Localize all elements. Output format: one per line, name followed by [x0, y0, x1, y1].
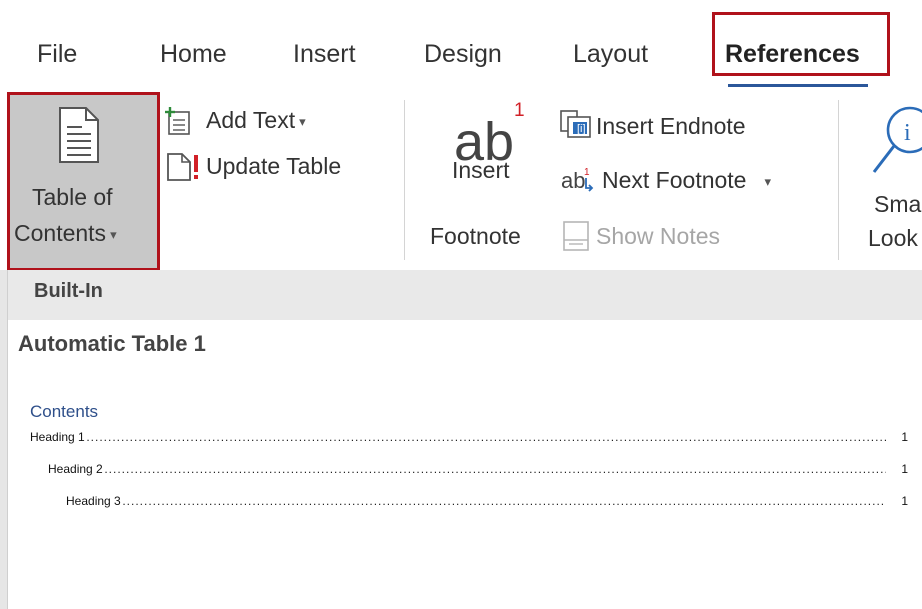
add-text-button[interactable]: Add Text ▾ [164, 104, 354, 140]
group-separator [838, 100, 839, 260]
dot-leader: ........................................… [30, 430, 886, 444]
smart-lookup-button[interactable]: i Sma Look [852, 96, 922, 266]
toc-entry-page: 1 [890, 430, 908, 444]
insert-endnote-button[interactable]: [i] Insert Endnote [560, 108, 800, 144]
chevron-down-icon: ▾ [764, 173, 771, 189]
toc-preview-entry: ........................................… [30, 430, 908, 450]
toc-entry-page: 1 [890, 462, 908, 476]
chevron-down-icon: ▾ [299, 113, 306, 129]
svg-text:[i]: [i] [577, 123, 586, 135]
automatic-table-1-option[interactable]: Automatic Table 1 Contents .............… [10, 322, 922, 522]
toc-preview-heading: Contents [30, 402, 99, 421]
references-tab-highlight [712, 12, 890, 76]
toc-entry-label: Heading 3 [66, 494, 123, 508]
tab-insert[interactable]: Insert [293, 38, 356, 70]
tab-home[interactable]: Home [160, 38, 227, 70]
toc-entry-label: Heading 2 [48, 462, 105, 476]
insert-endnote-icon: [i] [560, 110, 591, 138]
insert-footnote-line2: Footnote [430, 223, 521, 249]
next-footnote-label: Next Footnote ▾ [602, 167, 771, 193]
insert-footnote-button[interactable]: ab 1 Insert Footnote [418, 96, 548, 266]
next-footnote-icon: ab 1 [561, 167, 594, 193]
insert-endnote-label: Insert Endnote [596, 113, 746, 139]
gallery-left-edge [0, 270, 8, 609]
svg-text:1: 1 [584, 167, 590, 178]
tab-file[interactable]: File [37, 38, 77, 70]
add-text-label: Add Text ▾ [206, 107, 306, 133]
toc-preview-entry: ........................................… [48, 462, 908, 482]
footnote-superscript: 1 [514, 100, 525, 121]
update-table-button[interactable]: Update Table [164, 148, 384, 186]
update-table-icon [167, 153, 198, 181]
group-separator [404, 100, 405, 260]
update-table-label: Update Table [206, 153, 342, 179]
next-footnote-button[interactable]: ab 1 Next Footnote ▾ [560, 162, 820, 198]
smart-lookup-line2: Look [868, 225, 918, 251]
tab-design[interactable]: Design [424, 38, 502, 70]
section-header-label: Built-In [34, 280, 103, 302]
show-notes-label: Show Notes [596, 223, 721, 249]
show-notes-icon [563, 221, 589, 251]
dot-leader: ........................................… [48, 462, 886, 476]
toc-entry-label: Heading 1 [30, 430, 87, 444]
svg-text:ab: ab [561, 168, 585, 193]
svg-text:i: i [904, 120, 911, 146]
magnifier-icon: i [872, 106, 922, 173]
active-tab-indicator [728, 84, 868, 87]
toc-preview-entry: ........................................… [66, 494, 908, 514]
gallery-section-header: Built-In [8, 270, 922, 320]
gallery-item-title: Automatic Table 1 [18, 331, 206, 356]
add-text-icon [165, 107, 190, 135]
show-notes-button[interactable]: Show Notes [560, 218, 780, 254]
tab-layout[interactable]: Layout [573, 38, 648, 70]
dot-leader: ........................................… [66, 494, 886, 508]
toc-entry-page: 1 [890, 494, 908, 508]
smart-lookup-line1: Sma [874, 191, 922, 217]
insert-footnote-line1: Insert [452, 157, 510, 183]
toc-button-highlight [7, 92, 160, 271]
